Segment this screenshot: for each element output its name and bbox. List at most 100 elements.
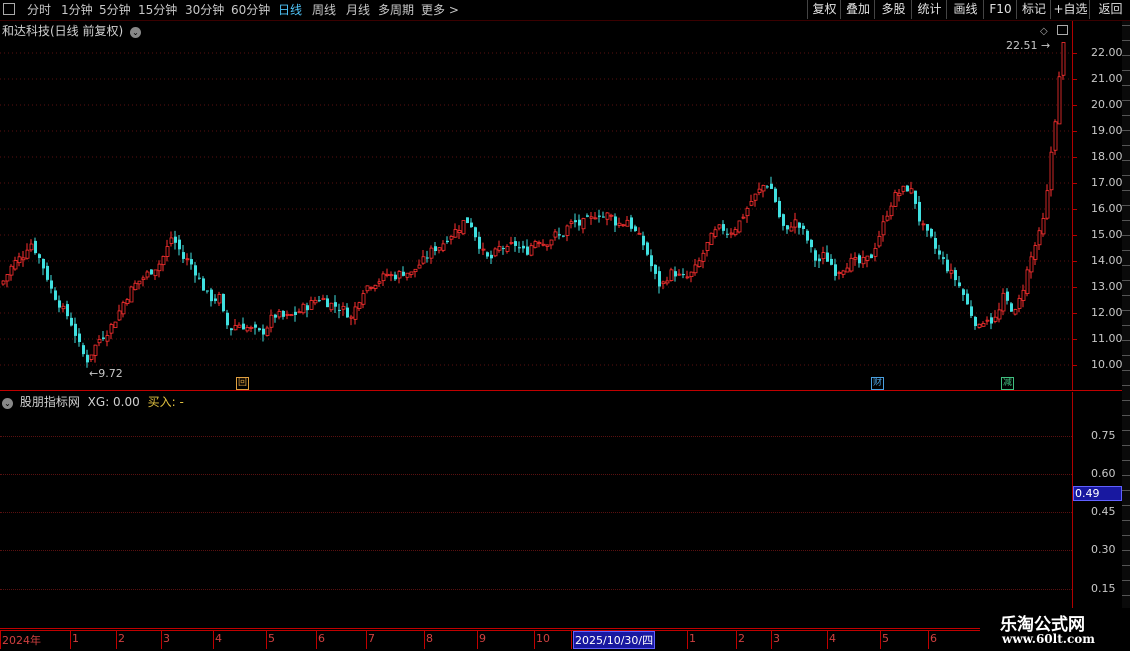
candle: [353, 301, 358, 325]
timeframe-tab-4[interactable]: 30分钟: [185, 0, 224, 20]
toolbar-button-0[interactable]: 复权: [807, 0, 841, 19]
right-edge-strip[interactable]: [1122, 21, 1130, 630]
top-toolbar: 分时 1分钟 5分钟 15分钟 30分钟 60分钟 日线 周线 月线 多周期 更多 > 复权 叠加 多股…: [0, 0, 1130, 21]
candle: [202, 276, 205, 291]
candle: [217, 291, 222, 307]
candle: [518, 241, 521, 253]
toolbar-button-3[interactable]: 统计: [911, 0, 947, 19]
diamond-icon[interactable]: ◇: [1040, 26, 1048, 37]
price-chart-pane[interactable]: 和达科技(日线 前复权) ⌄ ←9.72 22.51 → ◇ 回财减: [0, 21, 1072, 390]
toolbar-button-5[interactable]: F10: [983, 0, 1017, 19]
timeframe-tab-0[interactable]: 分时: [27, 0, 51, 20]
candle: [918, 196, 921, 226]
edge-marker: [1122, 25, 1130, 35]
candle: [974, 315, 977, 330]
date-tick: [424, 631, 425, 649]
candle: [113, 321, 118, 328]
timeframe-tab-9[interactable]: 多周期: [378, 0, 414, 20]
menu-icon[interactable]: [3, 3, 15, 15]
candle: [70, 312, 73, 327]
edge-marker: [1122, 325, 1130, 335]
candle: [341, 302, 346, 316]
toolbar-button-1[interactable]: 叠加: [840, 0, 875, 19]
edge-marker: [1122, 310, 1130, 320]
toolbar-button-2[interactable]: 多股: [874, 0, 912, 19]
candle: [845, 262, 850, 273]
date-label: 3: [773, 632, 780, 645]
timeframe-tab-6[interactable]: 日线: [278, 0, 302, 20]
candle: [970, 300, 973, 318]
event-badge-1[interactable]: 财: [871, 377, 884, 390]
candle: [630, 214, 633, 232]
indicator-pane[interactable]: ⌄ 股朋指标网 XG: 0.00 买入: -: [0, 392, 1072, 628]
candle: [593, 212, 598, 220]
event-badge-2[interactable]: 减: [1001, 377, 1014, 390]
edge-marker: [1122, 250, 1130, 260]
timeframe-tab-8[interactable]: 月线: [346, 0, 370, 20]
candle: [377, 278, 382, 288]
candle: [741, 213, 746, 220]
candle: [394, 271, 397, 281]
candle: [1025, 266, 1030, 297]
candle: [509, 236, 514, 245]
candle: [541, 239, 546, 247]
date-label: 1: [72, 632, 79, 645]
event-badge-0[interactable]: 回: [236, 377, 249, 390]
candle: [222, 293, 225, 313]
indicator-gridline: [0, 589, 1072, 590]
chevron-down-icon[interactable]: ⌄: [2, 398, 13, 409]
timeframe-tab-1[interactable]: 1分钟: [61, 0, 93, 20]
watermark-url: www.60lt.com: [1002, 632, 1095, 646]
candle: [254, 321, 257, 335]
candle: [1053, 119, 1058, 155]
candle: [766, 184, 769, 189]
candle: [121, 300, 126, 318]
candle: [637, 227, 642, 235]
candle: [793, 212, 798, 234]
candle: [745, 206, 750, 223]
panel-toggle-icon[interactable]: [1057, 25, 1068, 35]
timeframe-tab-2[interactable]: 5分钟: [99, 0, 131, 20]
candle: [145, 270, 150, 280]
price-axis-tick: [1073, 53, 1077, 54]
candle: [294, 306, 297, 322]
price-axis-label: 14.00: [1091, 254, 1123, 267]
candle: [789, 222, 794, 232]
candle: [230, 327, 233, 336]
timeframe-tab-3[interactable]: 15分钟: [138, 0, 177, 20]
date-axis: 2024年 1 2 3 4 5 6 7 8 9 10 2025/10/30/四 1 2 3 4 5 6: [0, 630, 980, 651]
candle: [486, 251, 489, 259]
toolbar-button-4[interactable]: 画线: [946, 0, 984, 19]
edge-marker: [1122, 535, 1130, 545]
candle: [457, 225, 462, 239]
date-tick: [827, 631, 828, 649]
price-axis-label: 20.00: [1091, 98, 1123, 111]
candle: [497, 240, 502, 253]
candle: [490, 250, 493, 264]
candle: [665, 276, 670, 286]
candle: [821, 246, 826, 265]
candlestick-chart[interactable]: ←9.72 22.51 →: [0, 21, 1072, 390]
candle: [625, 216, 630, 227]
price-axis-label: 21.00: [1091, 72, 1123, 85]
toolbar-button-7[interactable]: +自选: [1050, 0, 1090, 19]
candle: [46, 262, 49, 282]
candle: [602, 211, 605, 218]
candle: [865, 255, 870, 268]
candle: [757, 182, 762, 196]
date-tick: [880, 631, 881, 649]
toolbar-button-8[interactable]: 返回: [1089, 0, 1130, 19]
date-tick: [571, 631, 572, 649]
candle: [50, 274, 53, 294]
candle: [806, 229, 809, 244]
edge-marker: [1122, 415, 1130, 425]
timeframe-tab-7[interactable]: 周线: [312, 0, 336, 20]
timeframe-tab-5[interactable]: 60分钟: [231, 0, 270, 20]
candle: [165, 239, 170, 262]
indicator-title: ⌄ 股朋指标网 XG: 0.00 买入: -: [2, 393, 184, 410]
toolbar-button-6[interactable]: 标记: [1016, 0, 1051, 19]
timeframe-tab-10[interactable]: 更多 >: [421, 0, 459, 20]
candle: [946, 253, 949, 274]
candle: [434, 242, 437, 256]
date-label: 7: [368, 632, 375, 645]
